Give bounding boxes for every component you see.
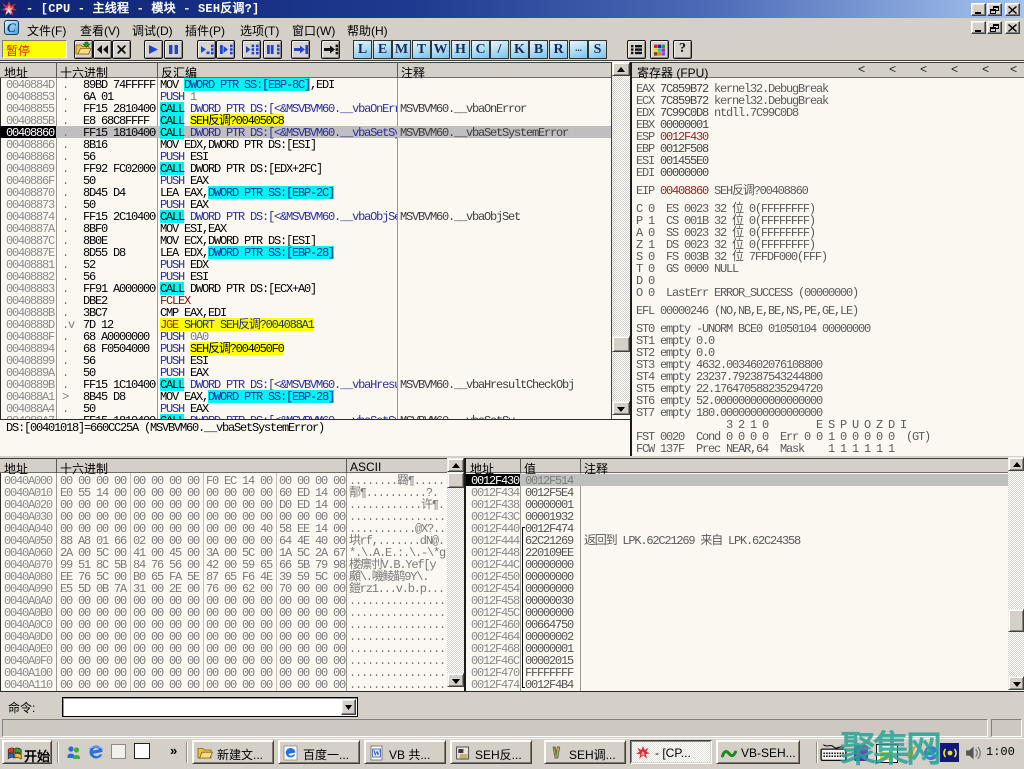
svg-text:W: W	[373, 750, 380, 758]
